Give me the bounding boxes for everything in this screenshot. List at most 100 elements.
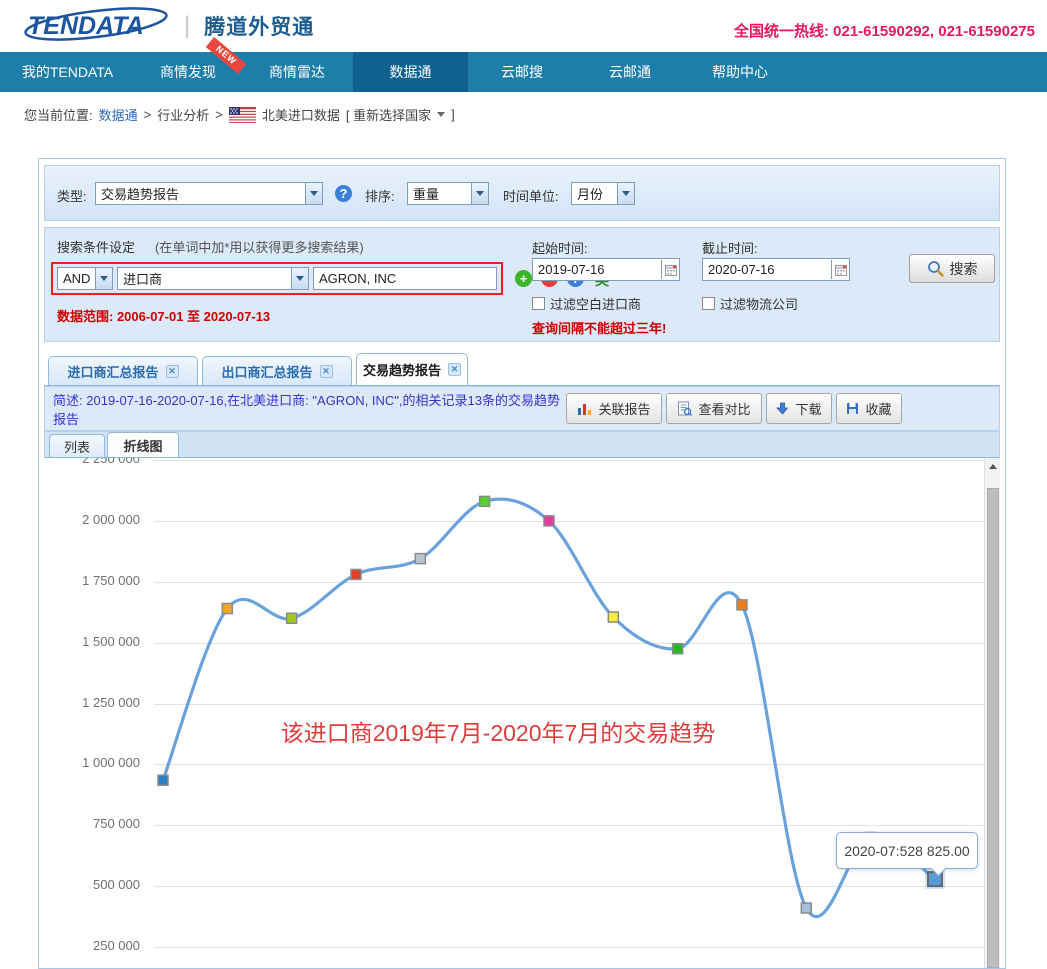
end-date-input[interactable]: 2020-07-16 — [702, 258, 850, 281]
chevron-down-icon — [437, 112, 445, 117]
help-icon[interactable]: ? — [335, 185, 352, 202]
chevron-down-icon — [617, 183, 634, 204]
data-point-2020-04[interactable] — [737, 600, 747, 610]
hotline-text: 全国统一热线: 021-61590292, 021-61590275 — [734, 20, 1035, 41]
report-type-select[interactable]: 交易趋势报告 — [95, 182, 323, 205]
reselect-country-button[interactable]: [ 重新选择国家 ] — [346, 105, 455, 124]
nav-item-label: 我的TENDATA — [22, 64, 113, 80]
nav-item-2[interactable]: 商情雷达 — [241, 52, 353, 92]
trend-line — [163, 499, 935, 917]
filter-blank-importer-checkbox[interactable]: 过滤空白进口商 — [532, 294, 641, 313]
data-point-2019-08[interactable] — [222, 604, 232, 614]
close-icon[interactable]: ✕ — [166, 365, 179, 378]
download-icon — [776, 402, 789, 416]
tab-1[interactable]: 出口商汇总报告 ✕ — [202, 356, 352, 385]
calendar-icon[interactable] — [661, 260, 679, 279]
breadcrumb-separator: > — [144, 107, 152, 122]
nav-item-5[interactable]: 云邮通 — [576, 52, 684, 92]
nav-item-6[interactable]: 帮助中心 — [684, 52, 796, 92]
search-field-select[interactable]: 进口商 — [117, 267, 309, 290]
filter-logistics-checkbox[interactable]: 过滤物流公司 — [702, 294, 798, 313]
logo-subtitle: 腾道外贸通 — [204, 11, 314, 41]
nav: 我的TENDATA 商情发现NEW商情雷达 数据通 云邮搜 云邮通 帮助中心 — [0, 52, 1047, 92]
line-chart-svg — [44, 458, 1000, 968]
scrollbar-thumb[interactable] — [987, 488, 999, 968]
download-button[interactable]: 下载 — [766, 393, 832, 424]
filter-panel: 类型: 交易趋势报告 ? 排序: 重量 时间单位: 月份 — [44, 165, 1000, 221]
top-header: TENDATA | 腾道外贸通 全国统一热线: 021-61590292, 02… — [0, 0, 1047, 52]
tab-label: 交易趋势报告 — [363, 360, 441, 379]
action-button-1[interactable]: 查看对比 — [666, 393, 762, 424]
end-time-label: 截止时间: — [702, 238, 758, 257]
keyword-input[interactable]: AGRON, INC — [313, 267, 497, 290]
action-button-label: 关联报告 — [598, 399, 650, 418]
breadcrumb-prefix: 您当前位置: — [24, 105, 93, 124]
data-point-2019-12[interactable] — [480, 496, 490, 506]
scroll-up-icon[interactable] — [985, 458, 1000, 475]
action-button-label: 收藏 — [865, 399, 891, 418]
boolean-operator-select[interactable]: AND — [57, 267, 113, 290]
related-report-icon — [577, 401, 592, 416]
favorite-button[interactable]: 收藏 — [836, 393, 902, 424]
chart-scrollbar[interactable] — [984, 458, 1000, 968]
data-point-2019-11[interactable] — [415, 554, 425, 564]
nav-item-1[interactable]: 商情发现NEW — [135, 52, 241, 92]
search-panel: 搜索条件设定 (在单词中加*用以获得更多搜索结果) AND 进口商 AGRON,… — [44, 227, 1000, 342]
add-condition-icon[interactable]: + — [515, 270, 532, 287]
search-button[interactable]: 搜索 — [909, 254, 995, 283]
nav-item-label: 商情发现 — [160, 64, 216, 80]
checkbox-icon[interactable] — [702, 297, 715, 310]
trend-chart: 250 000500 000750 0001 000 0001 250 0001… — [44, 458, 1000, 968]
logo-divider: | — [184, 12, 190, 40]
tab-2[interactable]: 交易趋势报告 ✕ — [356, 353, 468, 385]
calendar-icon[interactable] — [831, 260, 849, 279]
nav-item-label: 云邮搜 — [501, 64, 543, 80]
nav-item-0[interactable]: 我的TENDATA — [0, 52, 135, 92]
report-tabs: 进口商汇总报告 ✕ 出口商汇总报告 ✕ 交易趋势报告 ✕ — [44, 348, 1000, 386]
data-point-2020-01[interactable] — [544, 516, 554, 526]
chart-tooltip: 2020-07:528 825.00 — [836, 832, 978, 869]
time-unit-select[interactable]: 月份 — [571, 182, 635, 205]
nav-item-label: 帮助中心 — [712, 64, 768, 80]
search-settings-title: 搜索条件设定 — [57, 237, 135, 256]
us-flag-icon — [229, 107, 256, 123]
breadcrumb: 您当前位置: 数据通 > 行业分析 > 北美进口数据 [ 重新选择国家 ] — [24, 105, 455, 124]
data-point-2020-05[interactable] — [801, 903, 811, 913]
tab-0[interactable]: 进口商汇总报告 ✕ — [48, 356, 198, 385]
breadcrumb-current: 北美进口数据 — [262, 105, 340, 124]
nav-item-4[interactable]: 云邮搜 — [468, 52, 576, 92]
action-button-0[interactable]: 关联报告 — [566, 393, 662, 424]
sort-label: 排序: — [365, 186, 395, 205]
nav-item-label: 云邮通 — [609, 64, 651, 80]
data-point-2020-02[interactable] — [608, 612, 618, 622]
summary-text: 简述: 2019-07-16-2020-07-16,在北美进口商: "AGRON… — [53, 391, 561, 429]
view-tab-line-chart[interactable]: 折线图 — [107, 432, 179, 457]
tab-label: 进口商汇总报告 — [67, 362, 158, 381]
close-icon[interactable]: ✕ — [448, 363, 461, 376]
breadcrumb-separator2: > — [215, 107, 223, 122]
logo[interactable]: TENDATA | 腾道外贸通 — [22, 7, 314, 45]
action-button-label: 查看对比 — [698, 399, 750, 418]
compare-icon — [677, 401, 692, 416]
close-icon[interactable]: ✕ — [320, 365, 333, 378]
nav-item-label: 数据通 — [390, 64, 432, 80]
view-tab-list[interactable]: 列表 — [49, 434, 105, 457]
svg-text:TENDATA: TENDATA — [28, 12, 144, 40]
breadcrumb-link-datahub[interactable]: 数据通 — [99, 105, 138, 124]
checkbox-icon[interactable] — [532, 297, 545, 310]
start-date-input[interactable]: 2019-07-16 — [532, 258, 680, 281]
data-point-2019-09[interactable] — [287, 613, 297, 623]
nav-item-3[interactable]: 数据通 — [353, 52, 468, 92]
chevron-down-icon — [291, 268, 308, 289]
interval-warning: 查询间隔不能超过三年! — [532, 318, 666, 337]
data-point-2019-10[interactable] — [351, 569, 361, 579]
time-unit-label: 时间单位: — [503, 186, 559, 205]
view-tabs: 列表折线图 — [44, 431, 1000, 458]
tab-label: 出口商汇总报告 — [221, 362, 312, 381]
search-hint: (在单词中加*用以获得更多搜索结果) — [155, 237, 364, 256]
data-point-2019-07[interactable] — [158, 775, 168, 785]
data-point-2020-03[interactable] — [673, 644, 683, 654]
breadcrumb-section: 行业分析 — [157, 105, 209, 124]
sort-select[interactable]: 重量 — [407, 182, 489, 205]
chevron-down-icon — [471, 183, 488, 204]
